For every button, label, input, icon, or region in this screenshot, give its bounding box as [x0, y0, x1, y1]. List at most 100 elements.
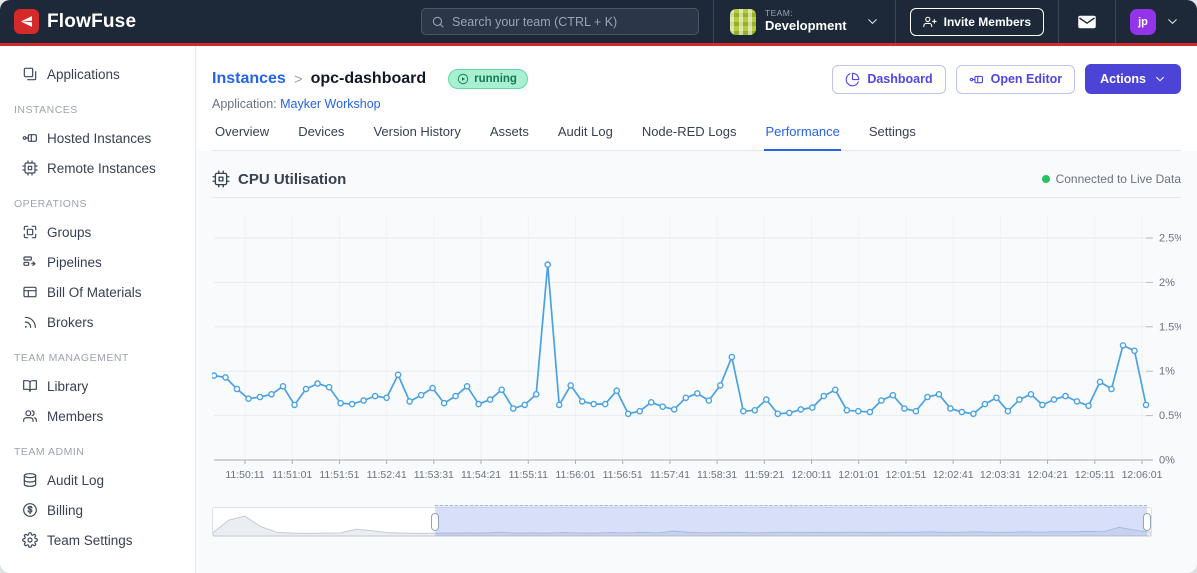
dashboard-button-label: Dashboard [867, 72, 933, 86]
search-placeholder: Search your team (CTRL + K) [451, 14, 618, 29]
tab-version-history[interactable]: Version History [372, 124, 461, 151]
actions-button[interactable]: Actions [1085, 64, 1181, 94]
content: CPU Utilisation Connected to Live Data 0… [196, 151, 1197, 573]
notifications-button[interactable] [1059, 0, 1115, 43]
groups-icon [22, 224, 38, 240]
team-settings-icon [22, 532, 38, 548]
minimap-grip[interactable] [786, 506, 797, 508]
chevron-down-icon [1166, 15, 1179, 28]
breadcrumb: Instances > opc-dashboard running [212, 69, 528, 89]
sidebar: Applications INSTANCES Hosted Instances Rem… [0, 46, 196, 573]
svg-text:11:53:31: 11:53:31 [414, 469, 454, 481]
pie-chart-icon [845, 72, 860, 87]
svg-text:2.5%: 2.5% [1159, 233, 1181, 245]
brand-name: FlowFuse [47, 10, 137, 32]
open-editor-button-label: Open Editor [990, 72, 1063, 86]
breadcrumb-separator: > [293, 70, 303, 88]
editor-nodes-icon [969, 72, 984, 87]
page-title: opc-dashboard [310, 70, 427, 87]
tab-audit-log[interactable]: Audit Log [557, 124, 614, 151]
sidebar-item-hosted-instances[interactable]: Hosted Instances [0, 123, 195, 153]
sidebar-item-label: Library [47, 378, 89, 394]
sidebar-section-header: TEAM MANAGEMENT [14, 352, 129, 364]
sidebar-item-label: Groups [47, 224, 92, 240]
brokers-icon [22, 314, 38, 330]
billing-icon [22, 502, 38, 518]
sidebar-section-header: OPERATIONS [14, 198, 88, 210]
svg-text:11:56:01: 11:56:01 [555, 469, 595, 481]
sidebar-item-billing[interactable]: Billing [0, 495, 195, 525]
sidebar-item-brokers[interactable]: Brokers [0, 307, 195, 337]
panel-divider [212, 197, 1181, 198]
search-icon [431, 15, 445, 29]
application-link[interactable]: Mayker Workshop [280, 97, 381, 111]
sidebar-item-team-settings[interactable]: Team Settings [0, 525, 195, 555]
tab-bar: Overview Devices Version History Assets Audi… [212, 124, 1181, 151]
invite-members-button[interactable]: Invite Members [909, 7, 1044, 36]
sidebar-item-groups[interactable]: Groups [0, 217, 195, 247]
tab-node-red-logs[interactable]: Node-RED Logs [641, 124, 738, 151]
svg-text:11:58:31: 11:58:31 [697, 469, 737, 481]
sidebar-item-applications[interactable]: Applications [0, 59, 195, 89]
brand[interactable]: FlowFuse [14, 9, 210, 34]
sidebar-item-label: Brokers [47, 314, 94, 330]
sidebar-item-label: Bill Of Materials [47, 284, 142, 300]
svg-text:11:55:11: 11:55:11 [509, 469, 548, 481]
svg-text:11:59:21: 11:59:21 [744, 469, 784, 481]
sidebar-item-label: Members [47, 408, 104, 424]
svg-text:1.5%: 1.5% [1159, 321, 1181, 333]
chart-minimap[interactable] [212, 505, 1152, 537]
sidebar-item-label: Audit Log [47, 472, 105, 488]
tab-settings[interactable]: Settings [868, 124, 917, 151]
tab-devices[interactable]: Devices [297, 124, 345, 151]
sidebar-item-library[interactable]: Library [0, 371, 195, 401]
minimap-left-handle[interactable] [431, 513, 440, 531]
page-header: Instances > opc-dashboard running Dashbo… [196, 46, 1197, 151]
tab-overview[interactable]: Overview [214, 124, 270, 151]
svg-text:11:51:51: 11:51:51 [319, 469, 359, 481]
chart-title: CPU Utilisation [238, 170, 347, 188]
status-badge-label: running [474, 73, 517, 85]
members-icon [22, 408, 38, 424]
sidebar-item-pipelines[interactable]: Pipelines [0, 247, 195, 277]
audit-log-icon [22, 472, 38, 488]
flowfuse-logo-icon [14, 9, 39, 34]
sidebar-item-remote-instances[interactable]: Remote Instances [0, 153, 195, 183]
sidebar-section-header: INSTANCES [14, 104, 78, 116]
app-window: FlowFuse Search your team (CTRL + K) TEA… [0, 0, 1197, 573]
open-editor-button[interactable]: Open Editor [955, 64, 1076, 94]
svg-text:11:54:21: 11:54:21 [461, 469, 501, 481]
sidebar-item-members[interactable]: Members [0, 401, 195, 431]
svg-text:12:02:41: 12:02:41 [933, 469, 974, 481]
play-circle-icon [457, 73, 469, 85]
svg-text:11:52:41: 11:52:41 [367, 469, 407, 481]
tab-performance[interactable]: Performance [764, 124, 841, 151]
sidebar-section-header: TEAM ADMIN [14, 446, 85, 458]
minimap-right-handle[interactable] [1143, 513, 1152, 531]
sidebar-item-label: Remote Instances [47, 160, 156, 176]
svg-text:11:57:41: 11:57:41 [650, 469, 690, 481]
svg-text:12:01:01: 12:01:01 [838, 469, 879, 481]
dashboard-button[interactable]: Dashboard [832, 64, 946, 94]
minimap-selection[interactable] [435, 505, 1148, 536]
pipelines-icon [22, 254, 38, 270]
svg-text:12:03:31: 12:03:31 [980, 469, 1021, 481]
svg-text:11:51:01: 11:51:01 [272, 469, 312, 481]
cpu-chart-svg: 0% 0.5% 1% 1.5% 2% 2.5% 11:50:11 11:51:01 11:51:… [210, 216, 1184, 481]
status-badge: running [448, 69, 528, 89]
sidebar-item-label: Pipelines [47, 254, 102, 270]
sidebar-item-bill-of-materials[interactable]: Bill Of Materials [0, 277, 195, 307]
live-status: Connected to Live Data [1041, 172, 1181, 186]
team-selector[interactable]: TEAM: Development [714, 0, 895, 43]
search-input[interactable]: Search your team (CTRL + K) [420, 8, 699, 35]
tab-assets[interactable]: Assets [489, 124, 530, 151]
breadcrumb-instances-link[interactable]: Instances [212, 70, 286, 88]
svg-text:12:06:01: 12:06:01 [1122, 469, 1163, 481]
svg-text:11:50:11: 11:50:11 [225, 469, 264, 481]
mail-icon [1077, 12, 1097, 32]
sidebar-item-audit-log[interactable]: Audit Log [0, 465, 195, 495]
applications-icon [22, 66, 38, 82]
chevron-down-icon [1154, 73, 1166, 85]
svg-text:12:01:51: 12:01:51 [886, 469, 927, 481]
user-menu[interactable]: jp [1116, 0, 1197, 43]
